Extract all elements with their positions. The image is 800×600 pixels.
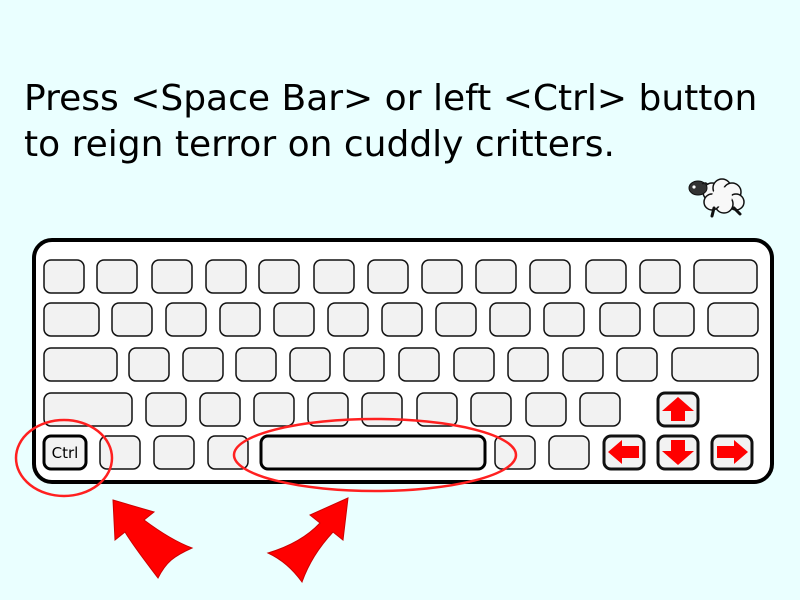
key[interactable] xyxy=(653,302,695,337)
key[interactable] xyxy=(327,302,369,337)
key[interactable] xyxy=(421,259,463,294)
key[interactable] xyxy=(525,392,567,427)
key[interactable] xyxy=(543,302,585,337)
down-arrow-key[interactable] xyxy=(656,434,700,471)
key[interactable] xyxy=(165,302,207,337)
key[interactable] xyxy=(128,347,170,382)
key[interactable] xyxy=(639,259,681,294)
key[interactable] xyxy=(151,259,193,294)
key[interactable] xyxy=(579,392,621,427)
right-arrow-key[interactable] xyxy=(710,434,754,471)
key[interactable] xyxy=(475,259,517,294)
key[interactable] xyxy=(562,347,604,382)
key[interactable] xyxy=(96,259,138,294)
key[interactable] xyxy=(585,259,627,294)
key[interactable] xyxy=(43,347,118,382)
keyboard-illustration: Ctrl xyxy=(14,238,774,584)
key[interactable] xyxy=(453,347,495,382)
key[interactable] xyxy=(182,347,224,382)
key[interactable] xyxy=(367,259,409,294)
pointer-arrow-icon xyxy=(266,497,349,584)
key[interactable] xyxy=(343,347,385,382)
key[interactable] xyxy=(398,347,440,382)
key[interactable] xyxy=(599,302,641,337)
key[interactable] xyxy=(289,347,331,382)
key[interactable] xyxy=(435,302,477,337)
up-arrow-key[interactable] xyxy=(656,391,700,428)
left-arrow-key[interactable] xyxy=(602,434,646,471)
ctrl-key-label: Ctrl xyxy=(52,444,79,462)
key[interactable] xyxy=(219,302,261,337)
key[interactable] xyxy=(548,435,590,470)
key[interactable] xyxy=(671,347,759,382)
key[interactable] xyxy=(145,392,187,427)
key[interactable] xyxy=(616,347,658,382)
key[interactable] xyxy=(43,259,85,294)
space-bar-key[interactable] xyxy=(259,434,487,471)
key-row-3 xyxy=(43,347,759,382)
key[interactable] xyxy=(707,302,759,337)
pointer-arrow-icon xyxy=(112,499,194,579)
key[interactable] xyxy=(235,347,277,382)
key[interactable] xyxy=(111,302,153,337)
key[interactable] xyxy=(153,435,195,470)
key[interactable] xyxy=(361,392,403,427)
key[interactable] xyxy=(258,259,300,294)
key[interactable] xyxy=(205,259,247,294)
key[interactable] xyxy=(693,259,758,294)
key[interactable] xyxy=(470,392,512,427)
key[interactable] xyxy=(273,302,315,337)
key[interactable] xyxy=(507,347,549,382)
key[interactable] xyxy=(43,302,100,337)
key[interactable] xyxy=(207,435,249,470)
key[interactable] xyxy=(381,302,423,337)
ctrl-key[interactable]: Ctrl xyxy=(42,434,88,471)
key[interactable] xyxy=(313,259,355,294)
key[interactable] xyxy=(253,392,295,427)
key[interactable] xyxy=(489,302,531,337)
key[interactable] xyxy=(199,392,241,427)
key[interactable] xyxy=(529,259,571,294)
